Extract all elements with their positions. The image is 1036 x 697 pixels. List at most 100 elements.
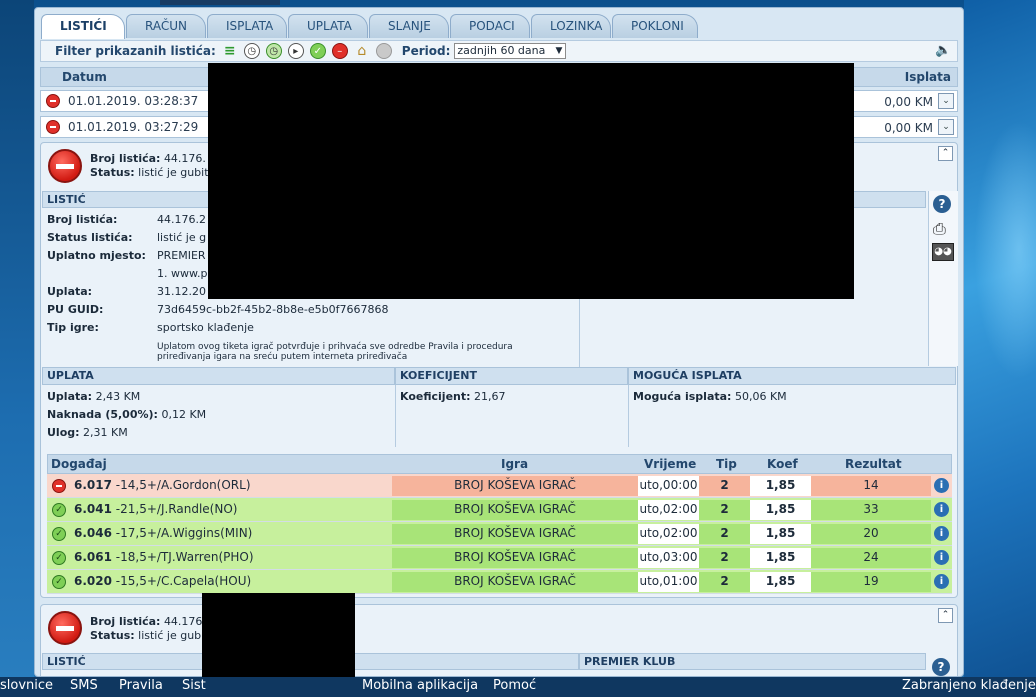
- section-premier-klub: PREMIER KLUB: [579, 653, 926, 670]
- footer-nav: slovnice SMS Pravila Sist Mobilna aplika…: [0, 677, 1036, 697]
- footer-link[interactable]: slovnice: [0, 678, 53, 693]
- field-status-value: listić je g: [157, 231, 207, 244]
- tab-bar: LISTIĆI RAČUN ISPLATA UPLATA SLANJE PODA…: [41, 14, 699, 39]
- info-icon[interactable]: i: [934, 478, 949, 493]
- event-row[interactable]: ✓ 6.061 -18,5+/TJ.Warren(PHO) BROJ KOŠEV…: [47, 546, 952, 570]
- info-icon[interactable]: i: [934, 526, 949, 541]
- isplata-value: 50,06 KM: [734, 390, 787, 403]
- event-code: 6.061: [74, 550, 112, 564]
- list-icon[interactable]: ≡: [222, 43, 238, 59]
- event-code: 6.046: [74, 526, 112, 540]
- event-code: 6.020: [74, 574, 112, 588]
- home-icon[interactable]: ⌂: [354, 43, 370, 59]
- event-desc: -21,5+/J.Randle(NO): [115, 502, 238, 516]
- event-row[interactable]: ✓ 6.020 -15,5+/C.Capela(HOU) BROJ KOŠEVA…: [47, 570, 952, 594]
- row-date: 01.01.2019. 03:28:37: [68, 94, 199, 108]
- field-mjesto-label: Uplatno mjesto:: [47, 249, 146, 262]
- event-name: 6.041 -21,5+/J.Randle(NO): [74, 502, 237, 516]
- won-icon: ✓: [52, 575, 66, 589]
- filter-bar: Filter prikazanih listića: ≡ ◷ ◷ ▸ ✓ – ⌂…: [40, 40, 958, 62]
- speaker-icon[interactable]: 🔈: [935, 44, 951, 58]
- period-select[interactable]: zadnjih 60 dana ▼: [454, 43, 567, 59]
- header-isplata[interactable]: Isplata: [905, 70, 951, 84]
- info-icon[interactable]: i: [934, 502, 949, 517]
- status-label: Status:: [90, 166, 135, 179]
- field-guid-value: 73d6459c-bb2f-45b2-8b8e-e5b0f7667868: [157, 303, 389, 316]
- help-icon[interactable]: ?: [933, 195, 951, 213]
- event-desc: -17,5+/A.Wiggins(MIN): [115, 526, 253, 540]
- stop-icon[interactable]: –: [331, 43, 348, 59]
- broj-value: 44.176.: [163, 152, 206, 165]
- print-icon[interactable]: ⎙: [933, 219, 946, 239]
- event-row[interactable]: ✓ 6.046 -17,5+/A.Wiggins(MIN) BROJ KOŠEV…: [47, 522, 952, 546]
- ticket-summary-2: Broj listića: 44.176 Status: listić je g…: [90, 615, 202, 643]
- event-koef: 1,85: [750, 476, 811, 496]
- tab-pokloni[interactable]: POKLONI: [612, 14, 698, 38]
- tab-podaci[interactable]: PODACI: [450, 14, 530, 38]
- info-icon[interactable]: i: [934, 550, 949, 565]
- footer-link[interactable]: Pravila: [119, 678, 163, 693]
- info-icon[interactable]: i: [934, 574, 949, 589]
- event-tip: 2: [699, 476, 750, 496]
- tab-slanje[interactable]: SLANJE: [369, 14, 449, 38]
- tab-lozinka[interactable]: LOZINKA: [531, 14, 611, 38]
- footer-link[interactable]: Mobilna aplikacija: [362, 678, 478, 693]
- footer-link[interactable]: Pomoć: [493, 678, 536, 693]
- event-vrijeme: uto,00:00: [638, 476, 699, 496]
- field-mjesto-value: PREMIER: [157, 249, 206, 262]
- tab-listici[interactable]: LISTIĆI: [41, 14, 125, 39]
- event-rezultat: 24: [811, 548, 931, 568]
- event-igra: BROJ KOŠEVA IGRAČ: [392, 572, 638, 592]
- tab-racun[interactable]: RAČUN: [126, 14, 206, 38]
- footer-link[interactable]: Sist: [182, 678, 206, 693]
- expand-icon[interactable]: ⌄: [938, 93, 954, 109]
- naknada-value: 0,12 KM: [161, 408, 207, 421]
- collapse-icon[interactable]: ⌃: [938, 608, 953, 623]
- expand-icon[interactable]: ⌄: [938, 119, 954, 135]
- clock-green-icon[interactable]: ◷: [265, 43, 282, 59]
- header-datum[interactable]: Datum: [62, 70, 107, 84]
- won-icon: ✓: [52, 527, 66, 541]
- terms-note: Uplatom ovog tiketa igrač potvrđuje i pr…: [157, 342, 513, 362]
- event-igra: BROJ KOŠEVA IGRAČ: [392, 548, 638, 568]
- events-header: Događaj Igra Vrijeme Tip Koef Rezultat: [47, 454, 952, 474]
- koef-label: Koeficijent:: [400, 390, 471, 403]
- row-amount: 0,00 KM: [884, 95, 933, 109]
- redaction-block: [208, 63, 854, 299]
- stop-icon: [46, 120, 60, 134]
- field-status-label: Status listića:: [47, 231, 133, 244]
- tab-isplata[interactable]: ISPLATA: [207, 14, 287, 38]
- event-vrijeme: uto,01:00: [638, 572, 699, 592]
- gray-circle-icon[interactable]: [375, 43, 392, 59]
- event-igra: BROJ KOŠEVA IGRAČ: [392, 476, 638, 496]
- footer-link-right[interactable]: Zabranjeno klađenje: [902, 678, 1036, 693]
- event-name: 6.017 -14,5+/A.Gordon(ORL): [74, 478, 251, 492]
- help-icon[interactable]: ?: [932, 658, 950, 676]
- broj-label: Broj listića:: [90, 152, 161, 165]
- event-row[interactable]: ✓ 6.041 -21,5+/J.Randle(NO) BROJ KOŠEVA …: [47, 498, 952, 522]
- check-icon[interactable]: ✓: [309, 43, 326, 59]
- clock-icon[interactable]: ◷: [243, 43, 260, 59]
- event-koef: 1,85: [750, 524, 811, 544]
- status-label: Status:: [90, 629, 135, 642]
- ticket-detail-2: Broj listića: 44.176 Status: listić je g…: [40, 604, 958, 676]
- collapse-icon[interactable]: ⌃: [938, 146, 953, 161]
- event-rezultat: 19: [811, 572, 931, 592]
- section-koeficijent: KOEFICIJENT: [395, 367, 628, 385]
- event-row[interactable]: 6.017 -14,5+/A.Gordon(ORL) BROJ KOŠEVA I…: [47, 474, 952, 498]
- footer-link[interactable]: SMS: [70, 678, 98, 693]
- field-broj-label: Broj listića:: [47, 213, 118, 226]
- chevron-down-icon: ▼: [555, 46, 563, 56]
- tools-column: ? ⎙ ◕◕: [928, 191, 958, 366]
- play-icon[interactable]: ▸: [287, 43, 304, 59]
- mask-icon[interactable]: ◕◕: [932, 243, 954, 261]
- uplata-label: Uplata:: [47, 390, 93, 403]
- event-koef: 1,85: [750, 548, 811, 568]
- field-broj-value: 44.176.2: [157, 213, 206, 226]
- isplata-line: Moguća isplata: 50,06 KM: [633, 388, 787, 406]
- lost-icon: [52, 479, 66, 493]
- ulog-label: Ulog:: [47, 426, 80, 439]
- tab-uplata[interactable]: UPLATA: [288, 14, 368, 38]
- event-tip: 2: [699, 524, 750, 544]
- uplata-value: 2,43 KM: [95, 390, 141, 403]
